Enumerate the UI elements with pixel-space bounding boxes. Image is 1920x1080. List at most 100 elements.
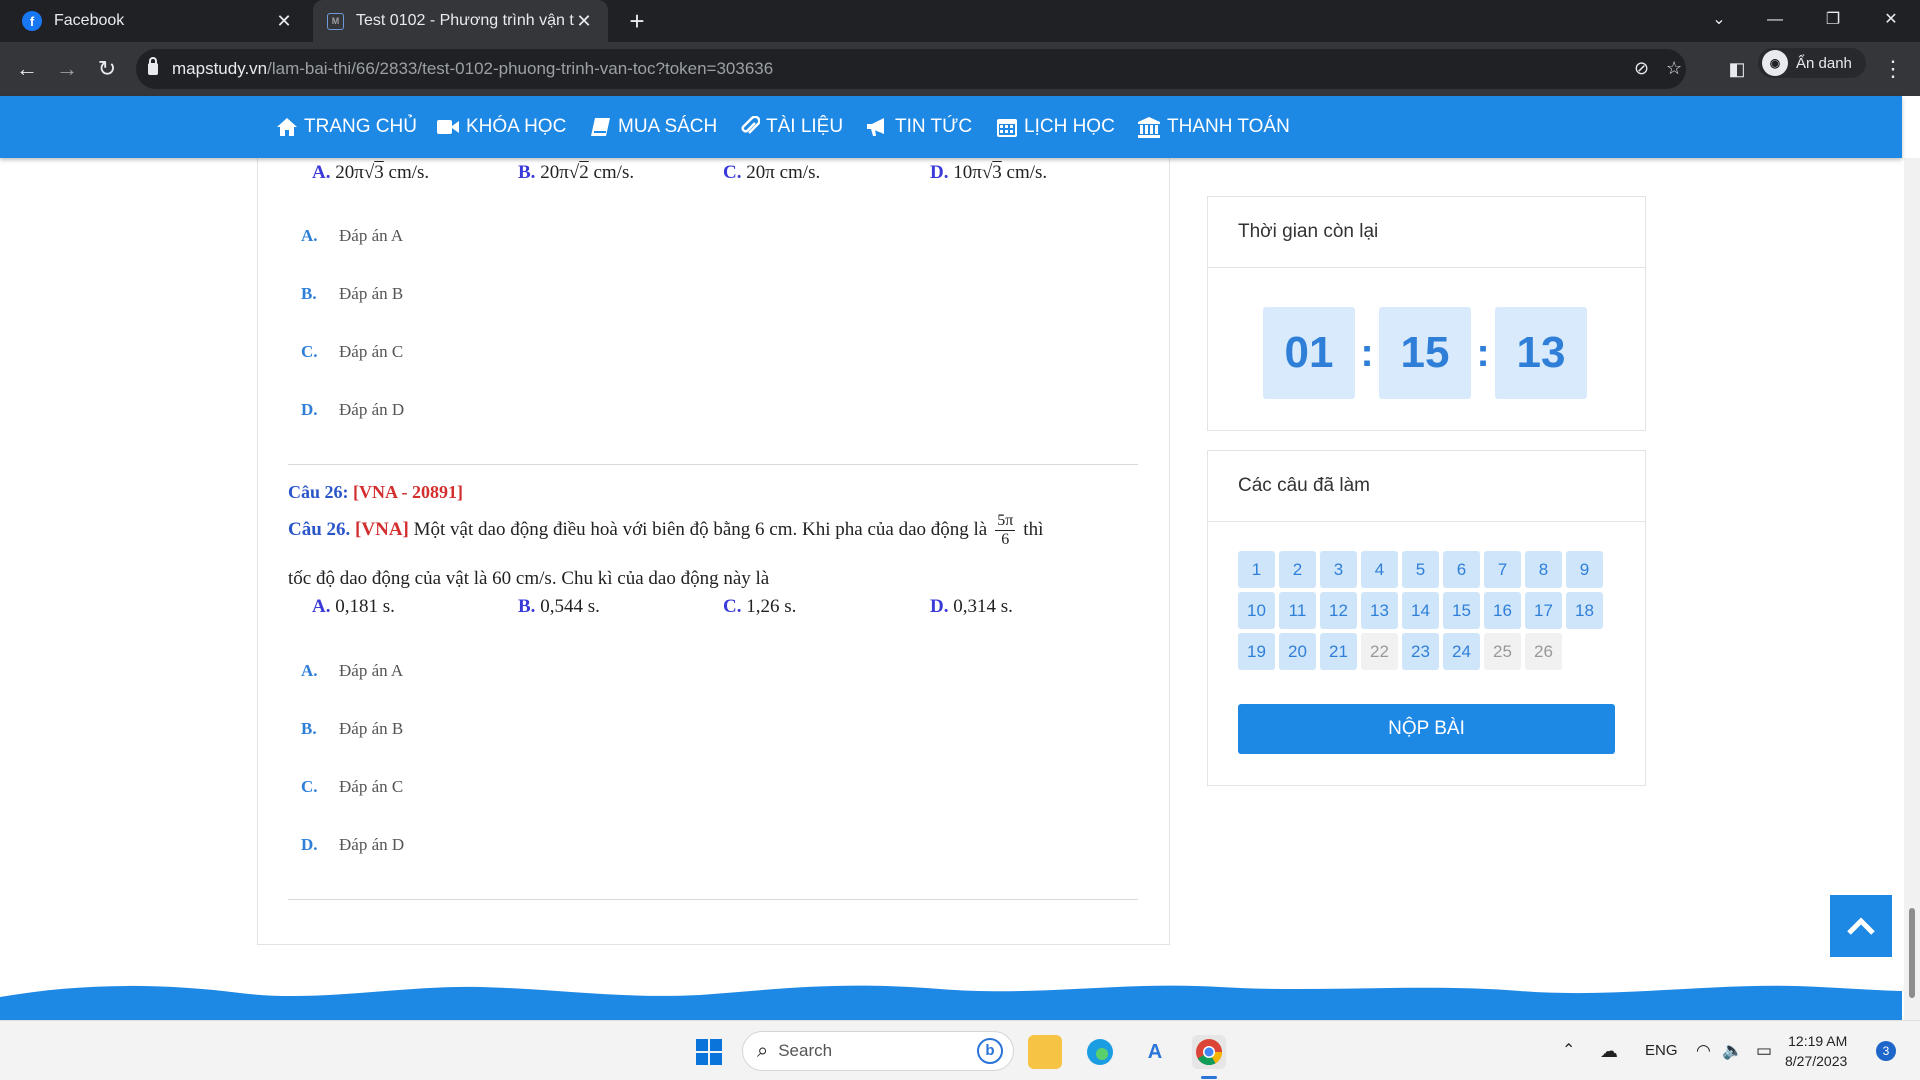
back-to-top-button[interactable] bbox=[1830, 895, 1892, 957]
incognito-profile[interactable]: ◉ Ẩn danh bbox=[1758, 48, 1866, 78]
question-number-button[interactable]: 8 bbox=[1525, 551, 1562, 588]
browser-toolbar: ← → ↻ mapstudy.vn/lam-bai-thi/66/2833/te… bbox=[0, 42, 1920, 96]
nav-schedule[interactable]: LỊCH HỌC bbox=[996, 96, 1115, 158]
question-number-button[interactable]: 22 bbox=[1361, 633, 1398, 670]
question-number-button[interactable]: 6 bbox=[1443, 551, 1480, 588]
side-panel-icon[interactable]: ◧ bbox=[1722, 54, 1752, 84]
question-number-button[interactable]: 23 bbox=[1402, 633, 1439, 670]
question-number-button[interactable]: 16 bbox=[1484, 592, 1521, 629]
close-icon[interactable]: ✕ bbox=[574, 11, 594, 32]
eye-off-icon[interactable]: ⊘ bbox=[1634, 58, 1649, 79]
question-number-button[interactable]: 25 bbox=[1484, 633, 1521, 670]
answer-choice-a[interactable]: A. Đáp án A bbox=[301, 226, 403, 246]
nav-label: LỊCH HỌC bbox=[1024, 116, 1115, 137]
answer-choice-c[interactable]: C. Đáp án C bbox=[301, 342, 403, 362]
wifi-icon[interactable]: ◠ bbox=[1696, 1021, 1711, 1080]
taskbar-search[interactable]: ⌕ Search b bbox=[742, 1031, 1014, 1071]
answer-choice-a[interactable]: A. Đáp án A bbox=[301, 661, 403, 681]
answer-choice-b[interactable]: B. Đáp án B bbox=[301, 284, 403, 304]
tab-facebook[interactable]: f Facebook ✕ bbox=[8, 0, 308, 42]
tab-test[interactable]: M Test 0102 - Phương trình vận tốc ✕ bbox=[313, 0, 608, 42]
new-tab-button[interactable]: + bbox=[622, 6, 652, 36]
scrollbar-thumb[interactable] bbox=[1909, 908, 1915, 998]
progress-panel: Các câu đã làm 1 2 3 4 5 6 7 8 9 10 11 12 13 14 15 16 17… bbox=[1207, 450, 1646, 786]
language-indicator[interactable]: ENG bbox=[1645, 1021, 1678, 1080]
nav-news[interactable]: TIN TỨC bbox=[865, 96, 972, 158]
menu-icon[interactable]: ⋮ bbox=[1878, 54, 1908, 84]
question-number-button[interactable]: 12 bbox=[1320, 592, 1357, 629]
image-option: B. 20π√2 cm/s. bbox=[518, 162, 635, 183]
reload-icon[interactable]: ↻ bbox=[92, 54, 122, 84]
minimize-button[interactable]: — bbox=[1752, 0, 1798, 42]
answer-choice-c[interactable]: C. Đáp án C bbox=[301, 777, 403, 797]
calendar-icon bbox=[997, 119, 1017, 137]
store-icon[interactable]: A bbox=[1138, 1035, 1172, 1069]
question-number-button[interactable]: 2 bbox=[1279, 551, 1316, 588]
question-number-button[interactable]: 15 bbox=[1443, 592, 1480, 629]
scrollbar[interactable] bbox=[1904, 158, 1920, 1020]
bank-icon bbox=[1138, 117, 1160, 138]
image-option: C. 1,26 s. bbox=[723, 596, 797, 617]
question-number-button[interactable]: 17 bbox=[1525, 592, 1562, 629]
image-option: D. 10π√3 cm/s. bbox=[930, 162, 1048, 183]
timer-seconds: 13 bbox=[1495, 307, 1587, 399]
question-number-button[interactable]: 1 bbox=[1238, 551, 1275, 588]
windows-start-icon[interactable] bbox=[692, 1035, 726, 1069]
divider bbox=[288, 899, 1138, 900]
question-number-button[interactable]: 10 bbox=[1238, 592, 1275, 629]
notification-badge[interactable]: 3 bbox=[1876, 1041, 1896, 1061]
question-number-button[interactable]: 9 bbox=[1566, 551, 1603, 588]
exam-content: A. 20π√3 cm/s. B. 20π√2 cm/s. C. 20π cm/… bbox=[257, 140, 1170, 945]
progress-title: Các câu đã làm bbox=[1208, 451, 1645, 522]
address-bar[interactable]: mapstudy.vn/lam-bai-thi/66/2833/test-010… bbox=[136, 49, 1686, 89]
timer-title: Thời gian còn lại bbox=[1208, 197, 1645, 268]
book-icon bbox=[591, 118, 610, 136]
mapstudy-icon: M bbox=[327, 12, 344, 30]
nav-courses[interactable]: KHÓA HỌC bbox=[436, 96, 566, 158]
question-number-button[interactable]: 5 bbox=[1402, 551, 1439, 588]
answer-choice-d[interactable]: D. Đáp án D bbox=[301, 400, 404, 420]
restore-button[interactable]: ❐ bbox=[1810, 0, 1856, 42]
question-number-button[interactable]: 20 bbox=[1279, 633, 1316, 670]
close-icon[interactable]: ✕ bbox=[274, 11, 294, 32]
nav-documents[interactable]: TÀI LIỆU bbox=[740, 96, 843, 158]
question-number-button[interactable]: 4 bbox=[1361, 551, 1398, 588]
timer-panel: Thời gian còn lại 01 : 15 : 13 bbox=[1207, 196, 1646, 431]
answer-choice-d[interactable]: D. Đáp án D bbox=[301, 835, 404, 855]
question-number-button[interactable]: 18 bbox=[1566, 592, 1603, 629]
nav-label: KHÓA HỌC bbox=[466, 116, 567, 137]
taskbar-clock[interactable]: 12:19 AM 8/27/2023 bbox=[1785, 1031, 1847, 1071]
back-arrow-icon[interactable]: ← bbox=[12, 54, 42, 84]
question-header: Câu 26: [VNA - 20891] bbox=[288, 482, 464, 502]
cloud-icon[interactable]: ☁ bbox=[1600, 1021, 1618, 1080]
nav-books[interactable]: MUA SÁCH bbox=[590, 96, 717, 158]
question-number-button[interactable]: 13 bbox=[1361, 592, 1398, 629]
forward-arrow-icon[interactable]: → bbox=[52, 54, 82, 84]
image-option: D. 0,314 s. bbox=[930, 596, 1013, 617]
volume-icon[interactable]: 🔈 bbox=[1722, 1021, 1743, 1080]
timer-minutes: 15 bbox=[1379, 307, 1471, 399]
answer-choice-b[interactable]: B. Đáp án B bbox=[301, 719, 403, 739]
question-number-button[interactable]: 14 bbox=[1402, 592, 1439, 629]
question-number-button[interactable]: 21 bbox=[1320, 633, 1357, 670]
file-explorer-icon[interactable] bbox=[1028, 1035, 1062, 1069]
question-number-button[interactable]: 7 bbox=[1484, 551, 1521, 588]
edge-icon[interactable] bbox=[1083, 1035, 1117, 1069]
star-icon[interactable]: ☆ bbox=[1666, 58, 1682, 79]
nav-home[interactable]: TRANG CHỦ bbox=[276, 96, 417, 158]
image-option: A. 20π√3 cm/s. bbox=[312, 162, 430, 183]
nav-payment[interactable]: THANH TOÁN bbox=[1137, 96, 1290, 158]
question-number-button[interactable]: 19 bbox=[1238, 633, 1275, 670]
question-number-button[interactable]: 11 bbox=[1279, 592, 1316, 629]
question-number-button[interactable]: 24 bbox=[1443, 633, 1480, 670]
question-number-button[interactable]: 26 bbox=[1525, 633, 1562, 670]
chevron-up-icon[interactable]: ⌃ bbox=[1562, 1021, 1575, 1080]
chrome-icon[interactable] bbox=[1192, 1035, 1226, 1069]
close-window-button[interactable]: ✕ bbox=[1868, 0, 1914, 42]
search-icon: ⌕ bbox=[757, 1039, 769, 1062]
battery-icon[interactable]: ▭ bbox=[1756, 1021, 1772, 1080]
submit-button[interactable]: NỘP BÀI bbox=[1238, 704, 1615, 754]
question-number-button[interactable]: 3 bbox=[1320, 551, 1357, 588]
active-indicator bbox=[1201, 1076, 1217, 1079]
tab-search-icon[interactable]: ⌄ bbox=[1696, 0, 1742, 42]
